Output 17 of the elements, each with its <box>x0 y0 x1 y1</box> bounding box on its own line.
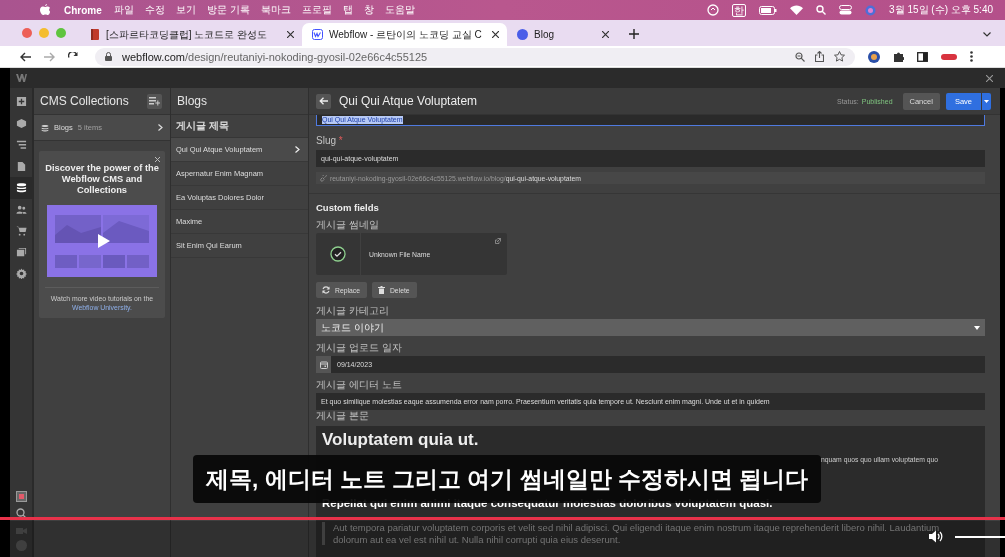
field-label: Slug * <box>316 135 344 146</box>
field-label: 게시글 썸네일 <box>316 219 380 230</box>
url-text: webflow.com/design/reutaniyi-nokoding-gyosil-02e66c4c55125 <box>122 50 428 63</box>
section-title: Custom fields <box>316 202 380 213</box>
subheading: Repellat qui enim animi itaque consequatur molestias doloribus voluptatem quasi. <box>322 497 774 509</box>
tab-title: Blog <box>534 29 555 40</box>
tab-title: [스파르타코딩클럽] 노코드로 완성도 <box>106 27 269 42</box>
heading: Voluptatem quia ut. <box>322 430 480 450</box>
panel-title: CMS Collections <box>40 94 129 108</box>
field-label: 게시글 카테고리 <box>316 305 390 316</box>
field-label: 게시글 에디터 노트 <box>316 379 403 390</box>
promo-title: Discover the power of the Webflow CMS and Collections <box>45 163 159 196</box>
tab-title: Webflow - 르탄이의 노코딩 교실 C <box>329 27 483 42</box>
field-label: 게시글 업로드 일자 <box>316 342 403 353</box>
item-title: Qui Qui Atque Voluptatem <box>339 94 478 108</box>
field-label: 게시글 본문 <box>316 410 370 421</box>
panel-title: Blogs <box>177 94 208 108</box>
